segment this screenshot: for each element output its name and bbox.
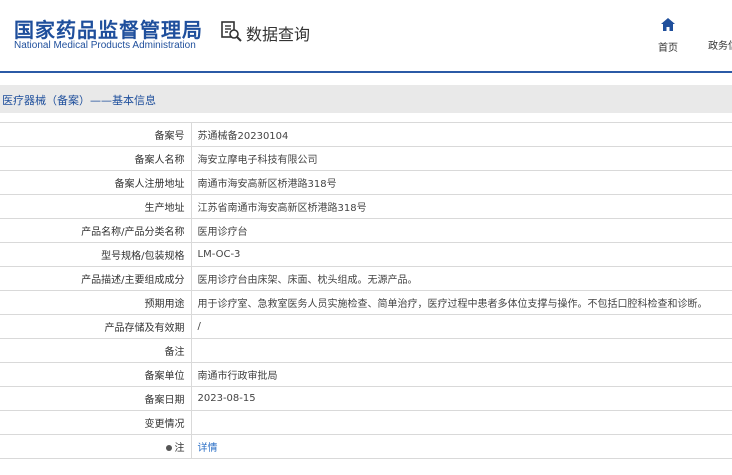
- table-row: 备案单位 南通市行政审批局: [0, 362, 732, 387]
- header-divider: [0, 71, 732, 73]
- data-query-label: 数据查询: [246, 25, 311, 44]
- row-value: 医用诊疗台由床架、床面、枕头组成。无源产品。: [191, 266, 732, 291]
- row-label: 备案人注册地址: [0, 170, 192, 195]
- table-row: 备案号 苏通械备20230104: [0, 122, 732, 147]
- row-label: 备案号: [0, 122, 192, 147]
- pin-icon: [165, 445, 172, 451]
- table-row: 变更情况: [0, 410, 732, 435]
- row-value: 用于诊疗室、急救室医务人员实施检查、简单治疗，医疗过程中患者多体位支撑与操作。不…: [191, 290, 732, 315]
- row-value: 苏通械备20230104: [191, 122, 732, 147]
- section-header: 医疗器械（备案）——基本信息: [0, 85, 732, 113]
- nav-home[interactable]: 首页: [652, 16, 684, 54]
- row-value: LM-OC-3: [191, 242, 732, 267]
- table-row: 型号规格/包装规格 LM-OC-3: [0, 242, 732, 267]
- table-row: 生产地址 江苏省南通市海安高新区桥港路318号: [0, 194, 732, 219]
- site-logo-cn[interactable]: 国家药品监督管理局: [14, 14, 203, 43]
- row-label: 产品存储及有效期: [0, 314, 192, 339]
- nav-gov-info[interactable]: 政务信: [708, 37, 732, 52]
- home-icon: [661, 16, 675, 35]
- row-value: 医用诊疗台: [191, 218, 732, 243]
- row-value: 2023-08-15: [191, 386, 732, 411]
- table-row: 备案人名称 海安立摩电子科技有限公司: [0, 146, 732, 171]
- table-row: 备注: [0, 338, 732, 363]
- table-row: 备案日期 2023-08-15: [0, 386, 732, 411]
- data-query-icon: [220, 20, 242, 46]
- row-value: [191, 410, 732, 435]
- row-value: 详情: [191, 434, 732, 459]
- site-header: 国家药品监督管理局 National Medical Products Admi…: [0, 0, 732, 72]
- row-value: 海安立摩电子科技有限公司: [191, 146, 732, 171]
- table-row: 产品描述/主要组成成分 医用诊疗台由床架、床面、枕头组成。无源产品。: [0, 266, 732, 291]
- row-label: 型号规格/包装规格: [0, 242, 192, 267]
- row-label-note: 注: [0, 434, 192, 459]
- table-row: 备案人注册地址 南通市海安高新区桥港路318号: [0, 170, 732, 195]
- row-label: 备案单位: [0, 362, 192, 387]
- table-row: 注 详情: [0, 434, 732, 459]
- row-label: 备注: [0, 338, 192, 363]
- details-link[interactable]: 详情: [198, 443, 218, 454]
- row-value: 南通市行政审批局: [191, 362, 732, 387]
- section-title: 医疗器械（备案）——基本信息: [2, 94, 156, 107]
- nav-home-label: 首页: [658, 43, 678, 54]
- note-label: 注: [174, 443, 185, 454]
- row-label: 产品描述/主要组成成分: [0, 266, 192, 291]
- site-logo-en: National Medical Products Administration: [14, 40, 196, 51]
- row-value: [191, 338, 732, 363]
- row-label: 产品名称/产品分类名称: [0, 218, 192, 243]
- row-label: 生产地址: [0, 194, 192, 219]
- row-value: /: [191, 314, 732, 339]
- table-row: 产品存储及有效期 /: [0, 314, 732, 339]
- data-query-link[interactable]: 数据查询: [220, 20, 310, 46]
- table-row: 产品名称/产品分类名称 医用诊疗台: [0, 218, 732, 243]
- table-row: 预期用途 用于诊疗室、急救室医务人员实施检查、简单治疗，医疗过程中患者多体位支撑…: [0, 290, 732, 315]
- row-label: 备案人名称: [0, 146, 192, 171]
- detail-table: 备案号 苏通械备20230104 备案人名称 海安立摩电子科技有限公司 备案人注…: [0, 122, 732, 459]
- row-value: 江苏省南通市海安高新区桥港路318号: [191, 194, 732, 219]
- row-label: 预期用途: [0, 290, 192, 315]
- row-value: 南通市海安高新区桥港路318号: [191, 170, 732, 195]
- row-label: 备案日期: [0, 386, 192, 411]
- row-label: 变更情况: [0, 410, 192, 435]
